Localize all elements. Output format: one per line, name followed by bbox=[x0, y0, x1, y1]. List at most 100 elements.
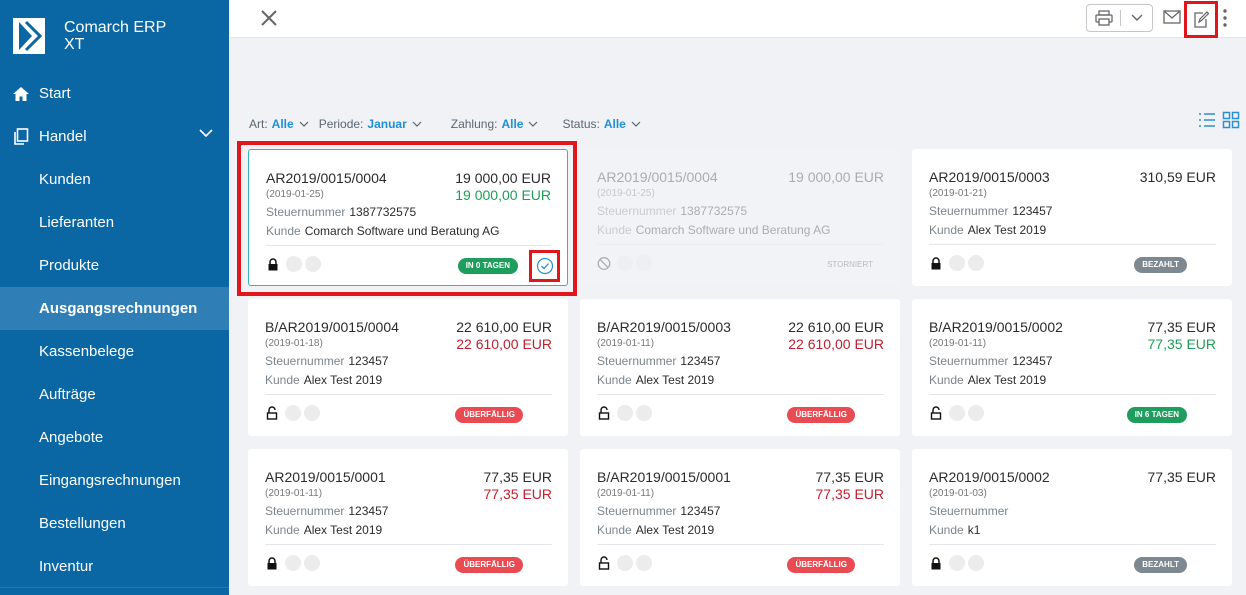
sidebar-item-eingangsrechnungen[interactable]: Eingangsrechnungen bbox=[0, 459, 229, 502]
print-button-group[interactable] bbox=[1086, 4, 1153, 32]
invoice-card[interactable]: B/AR2019/0015/0001 (2019-01-11) 77,35 EUR 7… bbox=[580, 449, 900, 586]
sidebar-item-start[interactable]: Start bbox=[0, 72, 229, 115]
invoice-amount: 22 610,00 EUR bbox=[456, 319, 552, 335]
sidebar-item-ausgangsrechnungen[interactable]: Ausgangsrechnungen bbox=[0, 287, 229, 330]
sidebar-item-label: Ausgangsrechnungen bbox=[39, 300, 198, 317]
tax-number-value: 123457 bbox=[1012, 354, 1053, 368]
status-dot-icon bbox=[617, 255, 633, 271]
status-badge: ÜBERFÄLLIG bbox=[455, 557, 523, 573]
sidebar-item-kunden[interactable]: Kunden bbox=[0, 158, 229, 201]
customer-label: Kunde bbox=[929, 523, 964, 537]
divider bbox=[265, 544, 552, 545]
edit-button[interactable] bbox=[1184, 1, 1218, 38]
customer-value: Comarch Software und Beratung AG bbox=[304, 224, 500, 238]
customer-value: k1 bbox=[967, 523, 981, 537]
unlock-icon bbox=[929, 405, 943, 421]
sidebar-item-label: Kunden bbox=[39, 171, 91, 188]
card-status-icons bbox=[266, 256, 321, 272]
brand: Comarch ERP XT bbox=[0, 0, 229, 72]
customer-label: Kunde bbox=[597, 223, 632, 237]
approve-button[interactable] bbox=[529, 250, 560, 282]
customer-label: Kunde bbox=[929, 373, 964, 387]
sidebar-item-label: Angebote bbox=[39, 429, 104, 446]
tax-number-row: Steuernummer 123457 bbox=[929, 204, 1052, 218]
sidebar: Comarch ERP XT Start Handel Kunden Liefe… bbox=[0, 0, 229, 595]
customer-value: Alex Test 2019 bbox=[967, 373, 1047, 387]
status-dot-icon bbox=[636, 405, 652, 421]
tax-number-label: Steuernummer bbox=[597, 504, 677, 518]
invoice-card[interactable]: AR2019/0015/0004 (2019-01-25) 19 000,00 EU… bbox=[248, 149, 568, 286]
tax-number-label: Steuernummer bbox=[929, 504, 1009, 518]
sidebar-item-angebote[interactable]: Angebote bbox=[0, 416, 229, 459]
customer-label: Kunde bbox=[597, 373, 632, 387]
status-dot-icon bbox=[968, 405, 984, 421]
grid-view-icon[interactable] bbox=[1222, 111, 1240, 129]
invoice-card[interactable]: B/AR2019/0015/0004 (2019-01-18) 22 610,00 … bbox=[248, 299, 568, 436]
divider bbox=[597, 244, 884, 245]
lock-icon bbox=[929, 555, 943, 571]
more-vertical-icon[interactable] bbox=[1221, 8, 1229, 28]
view-toggle bbox=[1192, 111, 1240, 129]
sidebar-item-produkte[interactable]: Produkte bbox=[0, 244, 229, 287]
sidebar-item-lieferanten[interactable]: Lieferanten bbox=[0, 201, 229, 244]
tax-number-label: Steuernummer bbox=[929, 204, 1009, 218]
close-icon[interactable] bbox=[259, 8, 279, 28]
sidebar-item-bestellungen[interactable]: Bestellungen bbox=[0, 502, 229, 545]
invoice-amount: 19 000,00 EUR bbox=[455, 170, 551, 186]
status-dot-icon bbox=[949, 405, 965, 421]
lock-icon bbox=[266, 256, 280, 272]
sidebar-item-label: Eingangsrechnungen bbox=[39, 472, 181, 489]
invoice-amount: 77,35 EUR bbox=[1147, 319, 1216, 335]
status-badge: ÜBERFÄLLIG bbox=[787, 407, 855, 423]
divider bbox=[0, 587, 229, 588]
invoice-card[interactable]: AR2019/0015/0004 (2019-01-25) 19 000,00 EU… bbox=[580, 149, 900, 286]
sidebar-item-kassenbelege[interactable]: Kassenbelege bbox=[0, 330, 229, 373]
tax-number-value: 123457 bbox=[680, 354, 721, 368]
divider bbox=[597, 544, 884, 545]
status-dot-icon bbox=[968, 555, 984, 571]
customer-value: Alex Test 2019 bbox=[635, 373, 715, 387]
invoice-number: AR2019/0015/0001 bbox=[265, 469, 386, 485]
invoice-number: AR2019/0015/0003 bbox=[929, 169, 1050, 185]
status-dot-icon bbox=[286, 256, 302, 272]
filter-periode[interactable]: Periode: Januar bbox=[319, 117, 422, 131]
sidebar-item-auftraege[interactable]: Aufträge bbox=[0, 373, 229, 416]
mail-icon[interactable] bbox=[1163, 9, 1181, 25]
invoice-date: (2019-01-11) bbox=[929, 338, 987, 349]
status-badge: BEZAHLT bbox=[1134, 557, 1187, 573]
invoice-card[interactable]: B/AR2019/0015/0002 (2019-01-11) 77,35 EUR 7… bbox=[912, 299, 1232, 436]
invoice-card[interactable]: AR2019/0015/0003 (2019-01-21) 310,59 EUR St… bbox=[912, 149, 1232, 286]
status-dot-icon bbox=[636, 555, 652, 571]
divider bbox=[929, 544, 1216, 545]
chevron-up-icon[interactable] bbox=[199, 129, 213, 138]
invoice-number: B/AR2019/0015/0002 bbox=[929, 319, 1063, 335]
filter-status[interactable]: Status: Alle bbox=[562, 117, 641, 131]
printer-icon[interactable] bbox=[1087, 10, 1121, 26]
edit-icon bbox=[1194, 10, 1209, 28]
invoice-card[interactable]: B/AR2019/0015/0003 (2019-01-11) 22 610,00 … bbox=[580, 299, 900, 436]
tax-number-label: Steuernummer bbox=[597, 204, 677, 218]
filter-art[interactable]: Art: Alle bbox=[249, 117, 309, 131]
filter-value: Alle bbox=[501, 117, 524, 131]
sidebar-item-handel[interactable]: Handel bbox=[0, 115, 229, 158]
invoice-number: AR2019/0015/0004 bbox=[266, 170, 387, 186]
divider bbox=[929, 394, 1216, 395]
customer-row: Kunde Alex Test 2019 bbox=[597, 523, 714, 537]
filter-value: Alle bbox=[271, 117, 294, 131]
filter-label: Zahlung: bbox=[450, 117, 498, 131]
filter-zahlung[interactable]: Zahlung: Alle bbox=[451, 117, 539, 131]
status-text: STORNIERT bbox=[827, 260, 873, 269]
invoice-card[interactable]: AR2019/0015/0001 (2019-01-11) 77,35 EUR 77,… bbox=[248, 449, 568, 586]
tax-number-label: Steuernummer bbox=[266, 205, 346, 219]
invoice-card[interactable]: AR2019/0015/0002 (2019-01-03) 77,35 EUR Ste… bbox=[912, 449, 1232, 586]
status-badge: IN 6 TAGEN bbox=[1126, 407, 1187, 423]
documents-icon bbox=[12, 128, 30, 146]
chevron-down-icon[interactable] bbox=[1121, 14, 1152, 22]
list-view-icon[interactable] bbox=[1198, 111, 1216, 129]
invoice-date: (2019-01-21) bbox=[929, 188, 987, 199]
card-status-icons bbox=[929, 405, 984, 421]
invoice-number: B/AR2019/0015/0001 bbox=[597, 469, 731, 485]
customer-label: Kunde bbox=[265, 373, 300, 387]
check-circle-icon bbox=[536, 257, 553, 275]
sidebar-item-inventur[interactable]: Inventur bbox=[0, 545, 229, 588]
